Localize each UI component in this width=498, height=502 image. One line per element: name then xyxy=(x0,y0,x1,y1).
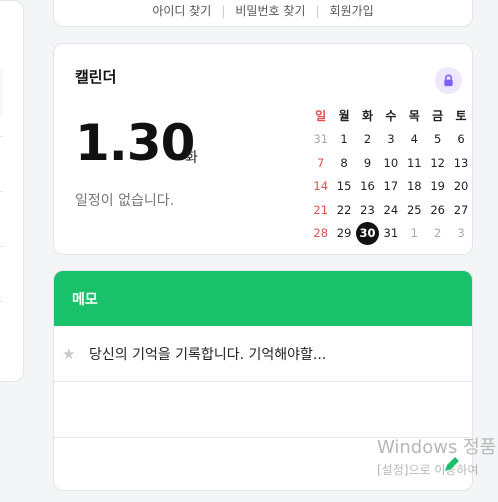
divider xyxy=(0,301,3,302)
memo-header: 메모 xyxy=(54,271,472,326)
divider xyxy=(0,246,3,247)
calendar-day[interactable]: 2 xyxy=(426,226,449,240)
windows-activation-watermark: Windows 정품 [설정]으로 이동하여 xyxy=(377,433,496,478)
divider: | xyxy=(315,4,320,18)
lock-icon xyxy=(444,74,453,87)
weekday-sun: 일 xyxy=(315,109,327,124)
calendar-day[interactable]: 31 xyxy=(309,132,332,146)
calendar-day[interactable]: 15 xyxy=(332,179,355,193)
pencil-icon xyxy=(445,457,459,471)
calendar-day[interactable]: 11 xyxy=(403,156,426,170)
calendar-day[interactable]: 22 xyxy=(332,203,355,217)
calendar-day[interactable]: 4 xyxy=(403,132,426,146)
calendar-day[interactable]: 13 xyxy=(449,156,472,170)
memo-item[interactable]: ★ 당신의 기억을 기록합니다. 기억해야할... xyxy=(54,326,472,382)
weekday-wed: 수 xyxy=(385,109,397,124)
calendar-day[interactable]: 19 xyxy=(426,179,449,193)
calendar-day[interactable]: 14 xyxy=(309,179,332,193)
memo-item-text: 당신의 기억을 기록합니다. 기억해야할... xyxy=(89,346,327,363)
calendar-day-label: 30 xyxy=(355,221,379,245)
calendar-day[interactable]: 8 xyxy=(332,156,355,170)
divider: | xyxy=(221,4,226,18)
calendar-day[interactable]: 16 xyxy=(356,179,379,193)
calendar-card: 캘린더 1.30 화 일정이 없습니다. 일 월 화 수 목 금 토 31 1 2 3… xyxy=(53,43,473,255)
calendar-day[interactable]: 28 xyxy=(309,226,332,240)
calendar-day[interactable]: 5 xyxy=(426,132,449,146)
calendar-week: 21 22 23 24 25 26 27 xyxy=(309,198,473,222)
login-links-card: 아이디 찾기 | 비밀번호 찾기 | 회원가입 xyxy=(53,0,473,27)
calendar-day[interactable]: 1 xyxy=(403,226,426,240)
signup-link[interactable]: 회원가입 xyxy=(330,4,374,18)
calendar-day[interactable]: 18 xyxy=(403,179,426,193)
left-panel-tab xyxy=(0,69,3,116)
calendar-day[interactable]: 6 xyxy=(449,132,472,146)
find-password-link[interactable]: 비밀번호 찾기 xyxy=(235,4,305,18)
login-links: 아이디 찾기 | 비밀번호 찾기 | 회원가입 xyxy=(54,2,472,19)
left-panel xyxy=(0,0,24,382)
calendar-week: 14 15 16 17 18 19 20 xyxy=(309,175,473,199)
find-id-link[interactable]: 아이디 찾기 xyxy=(152,4,211,18)
weekday-thu: 목 xyxy=(408,109,420,124)
calendar-day[interactable]: 26 xyxy=(426,203,449,217)
calendar-day[interactable]: 24 xyxy=(379,203,402,217)
calendar-day[interactable]: 27 xyxy=(449,203,472,217)
selected-date: 1.30 xyxy=(75,114,195,172)
mini-calendar: 일 월 화 수 목 금 토 31 1 2 3 4 5 6 7 8 9 10 11 12 13 14 15 16 1… xyxy=(309,104,473,245)
calendar-day[interactable]: 7 xyxy=(309,156,332,170)
calendar-weeks: 31 1 2 3 4 5 6 7 8 9 10 11 12 13 14 15 16 17 18 19 20 21 22 23 2… xyxy=(309,128,473,246)
calendar-day[interactable]: 17 xyxy=(379,179,402,193)
calendar-week: 7 8 9 10 11 12 13 xyxy=(309,151,473,175)
write-memo-button[interactable] xyxy=(437,451,465,479)
weekday-tue: 화 xyxy=(361,109,373,124)
divider xyxy=(0,136,3,137)
calendar-day[interactable]: 3 xyxy=(449,226,472,240)
lock-button[interactable] xyxy=(435,67,462,94)
star-icon[interactable]: ★ xyxy=(62,345,78,363)
weekday-sat: 토 xyxy=(455,109,467,124)
weekday-fri: 금 xyxy=(432,109,444,124)
divider xyxy=(0,191,3,192)
calendar-day[interactable]: 12 xyxy=(426,156,449,170)
calendar-day[interactable]: 23 xyxy=(356,203,379,217)
calendar-week: 28 29 30 31 1 2 3 xyxy=(309,221,473,246)
weekday-mon: 월 xyxy=(338,109,350,124)
calendar-day[interactable]: 29 xyxy=(332,226,355,240)
memo-title: 메모 xyxy=(72,291,98,308)
calendar-day[interactable]: 9 xyxy=(356,156,379,170)
calendar-day[interactable]: 21 xyxy=(309,203,332,217)
calendar-day[interactable]: 20 xyxy=(449,179,472,193)
no-event-text: 일정이 없습니다. xyxy=(75,193,175,209)
calendar-day[interactable]: 31 xyxy=(379,226,402,240)
calendar-day-today[interactable]: 30 xyxy=(355,221,379,245)
calendar-day[interactable]: 1 xyxy=(332,132,355,146)
calendar-title: 캘린더 xyxy=(75,68,117,86)
calendar-day[interactable]: 25 xyxy=(403,203,426,217)
memo-item[interactable] xyxy=(54,382,472,438)
calendar-day[interactable]: 10 xyxy=(379,156,402,170)
selected-weekday: 화 xyxy=(185,150,198,166)
watermark-line-1: Windows 정품 xyxy=(377,437,497,458)
calendar-day[interactable]: 3 xyxy=(379,132,402,146)
calendar-day[interactable]: 2 xyxy=(356,132,379,146)
weekday-header: 일 월 화 수 목 금 토 xyxy=(309,104,473,128)
calendar-week: 31 1 2 3 4 5 6 xyxy=(309,128,473,152)
